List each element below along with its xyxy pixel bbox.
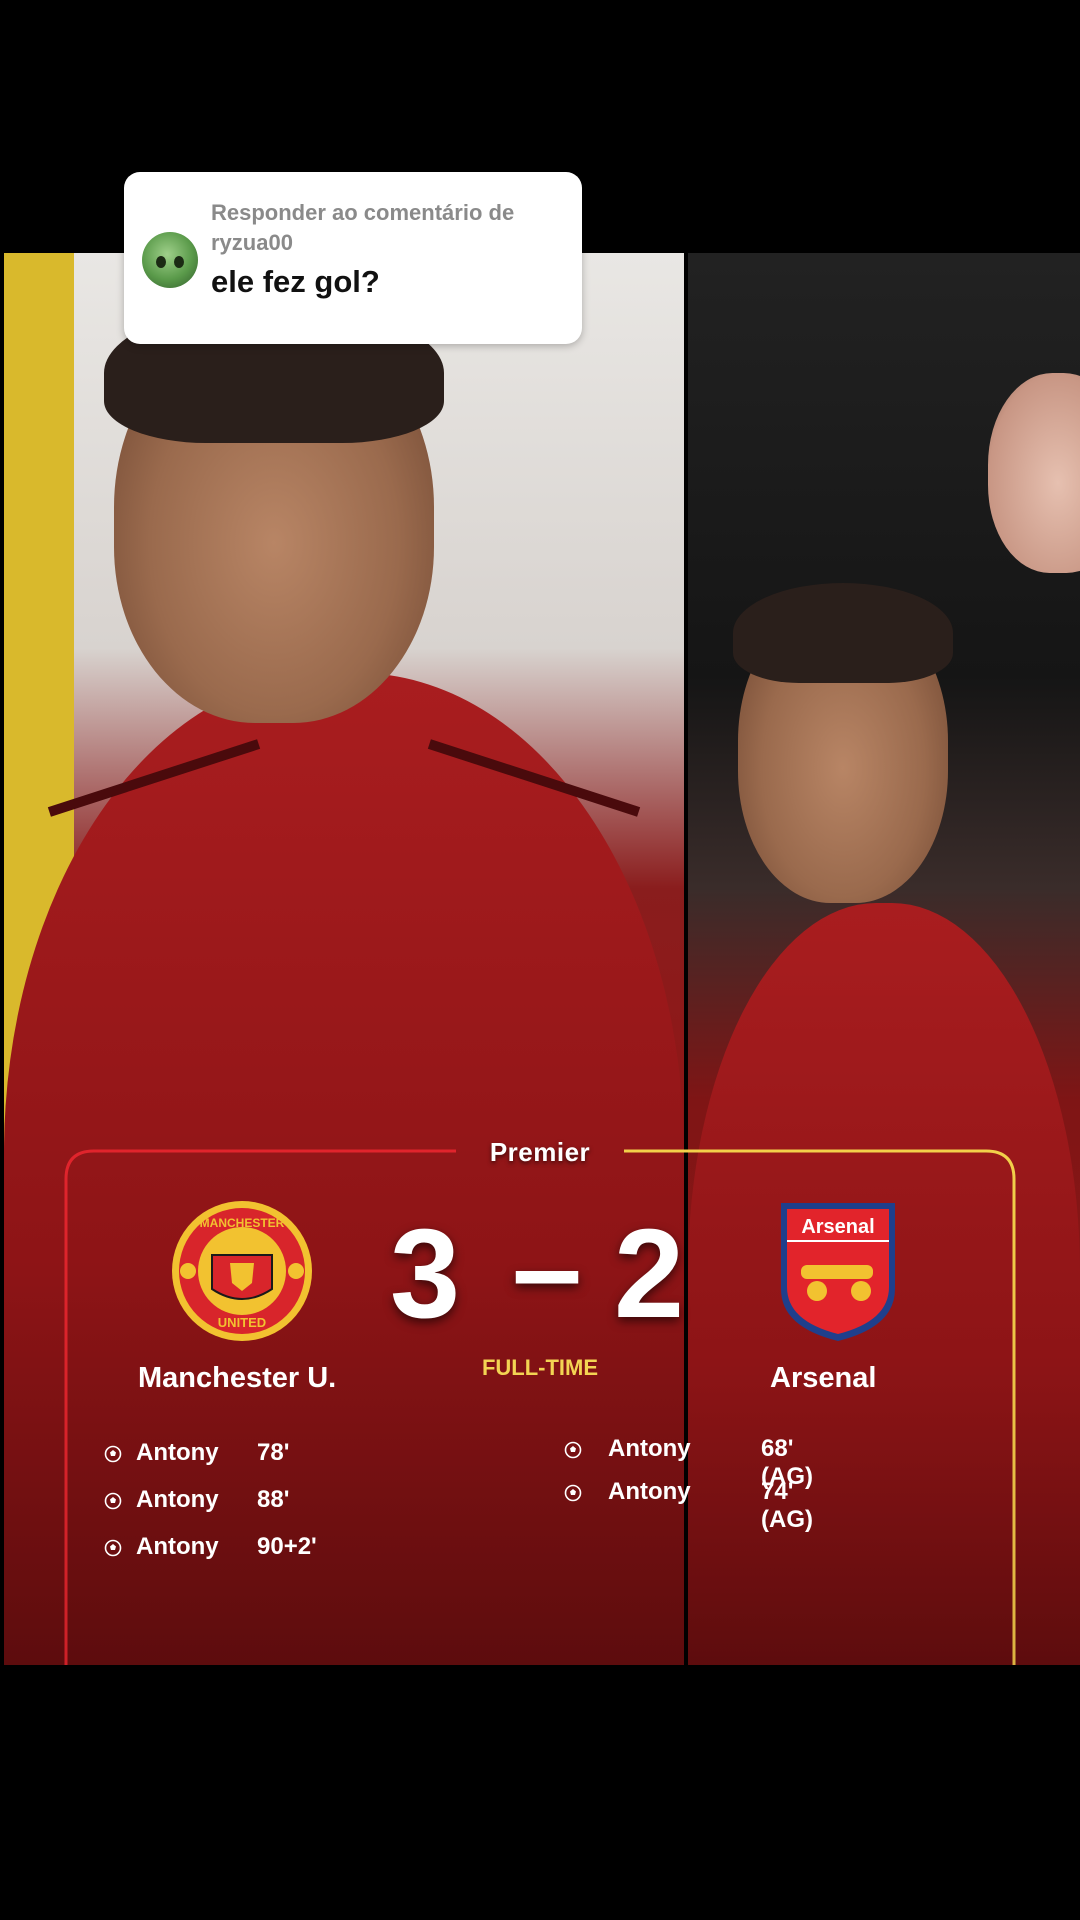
frog-avatar-icon xyxy=(142,232,198,288)
score-separator: – xyxy=(512,1197,583,1338)
reply-comment-text: ele fez gol? xyxy=(211,264,380,299)
scorer-minute: 90+2' xyxy=(257,1533,317,1560)
score-card: Premier MANCHESTER UNITED Arsenal 3 – 2 xyxy=(64,1137,1016,1665)
away-team-name: Arsenal xyxy=(770,1362,877,1394)
scorer-name: Antony xyxy=(608,1435,691,1462)
soccer-ball-icon xyxy=(564,1441,582,1459)
scorer-minute: 74' (AG) xyxy=(761,1478,813,1533)
scorer-minute: 88' xyxy=(257,1486,290,1513)
reply-heading: Responder ao comentário de ryzua00 xyxy=(211,200,515,255)
home-team-name: Manchester U. xyxy=(138,1362,337,1394)
away-score: 2 xyxy=(614,1203,685,1344)
crest-text-top: MANCHESTER xyxy=(200,1216,285,1230)
scorer-name: Antony xyxy=(136,1533,219,1560)
soccer-ball-icon xyxy=(564,1484,582,1502)
manchester-united-crest-icon: MANCHESTER UNITED xyxy=(172,1201,312,1341)
crest-text: Arsenal xyxy=(801,1216,874,1238)
player-hair xyxy=(733,583,953,683)
arsenal-crest-icon: Arsenal xyxy=(781,1203,895,1341)
scorer-name: Antony xyxy=(608,1478,691,1505)
soccer-ball-icon xyxy=(104,1492,122,1510)
video-frame: Responder ao comentário de ryzua00 ele f… xyxy=(0,0,1080,1920)
soccer-ball-icon xyxy=(104,1445,122,1463)
bystander-head xyxy=(988,373,1080,573)
soccer-ball-icon xyxy=(104,1539,122,1557)
scorer-name: Antony xyxy=(136,1439,219,1466)
crest-text-bottom: UNITED xyxy=(218,1315,266,1330)
reply-comment-bubble[interactable]: Responder ao comentário de ryzua00 ele f… xyxy=(124,172,582,344)
league-label: Premier xyxy=(489,1137,591,1167)
scorer-name: Antony xyxy=(136,1486,219,1513)
scorer-minute: 78' xyxy=(257,1439,290,1466)
home-score: 3 xyxy=(390,1203,461,1344)
